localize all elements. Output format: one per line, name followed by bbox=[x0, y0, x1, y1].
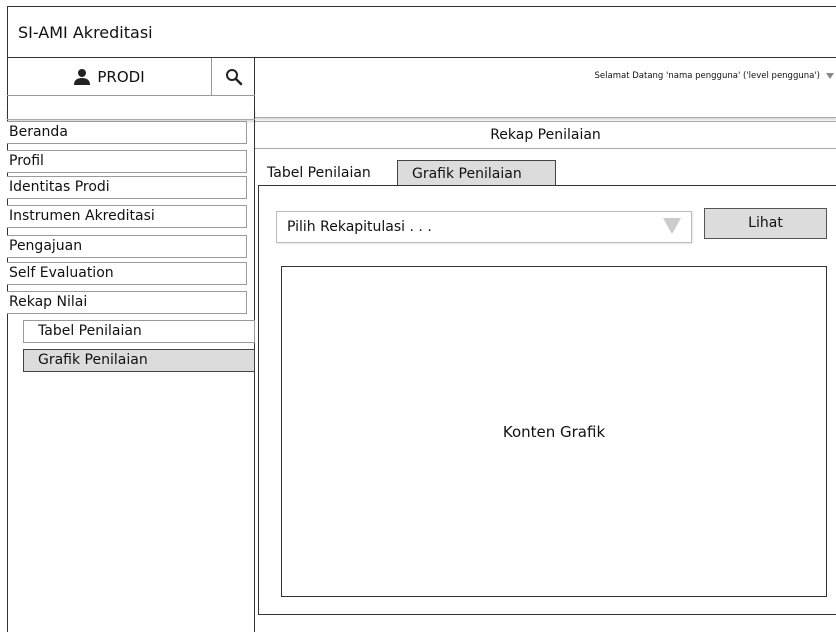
chart-content-area: Konten Grafik bbox=[281, 266, 827, 597]
app-title: SI-AMI Akreditasi bbox=[18, 23, 153, 42]
sidebar-subitem-tabel-penilaian[interactable]: Tabel Penilaian bbox=[23, 320, 255, 343]
chevron-down-icon[interactable] bbox=[826, 73, 834, 79]
user-label: PRODI bbox=[97, 67, 145, 86]
rekapitulasi-select-value: Pilih Rekapitulasi . . . bbox=[287, 219, 432, 235]
tab-grafik-penilaian[interactable]: Grafik Penilaian bbox=[397, 160, 556, 186]
sidebar-item-pengajuan[interactable]: Pengajuan bbox=[7, 235, 247, 258]
dropdown-arrow-icon bbox=[663, 218, 681, 234]
chart-placeholder-text: Konten Grafik bbox=[502, 422, 606, 441]
sidebar: PRODI Beranda Profil Identitas Prodi Ins… bbox=[7, 58, 255, 632]
user-profile-button[interactable]: PRODI bbox=[7, 58, 212, 96]
tab-tabel-penilaian[interactable]: Tabel Penilaian bbox=[259, 160, 379, 186]
search-icon bbox=[225, 68, 242, 85]
welcome-text[interactable]: Selamat Datang 'nama pengguna' ('level p… bbox=[595, 71, 820, 81]
sidebar-item-profil[interactable]: Profil bbox=[7, 150, 247, 173]
sidebar-item-rekap-nilai[interactable]: Rekap Nilai bbox=[7, 291, 247, 314]
rekapitulasi-select[interactable]: Pilih Rekapitulasi . . . bbox=[276, 211, 692, 243]
lihat-button[interactable]: Lihat bbox=[704, 208, 827, 239]
sidebar-item-identitas-prodi[interactable]: Identitas Prodi bbox=[7, 176, 247, 199]
top-bar: Selamat Datang 'nama pengguna' ('level p… bbox=[255, 58, 836, 120]
search-button[interactable] bbox=[212, 58, 255, 96]
page-title: Rekap Penilaian bbox=[255, 121, 836, 149]
sidebar-item-instrumen-akreditasi[interactable]: Instrumen Akreditasi bbox=[7, 205, 247, 228]
sidebar-item-self-evaluation[interactable]: Self Evaluation bbox=[7, 262, 247, 285]
sidebar-item-beranda[interactable]: Beranda bbox=[7, 121, 247, 144]
title-bar: SI-AMI Akreditasi bbox=[7, 6, 836, 58]
topbar-divider bbox=[255, 106, 836, 118]
user-icon bbox=[74, 68, 91, 85]
sidebar-subitem-grafik-penilaian[interactable]: Grafik Penilaian bbox=[23, 349, 255, 372]
sidebar-header-divider bbox=[7, 108, 255, 120]
